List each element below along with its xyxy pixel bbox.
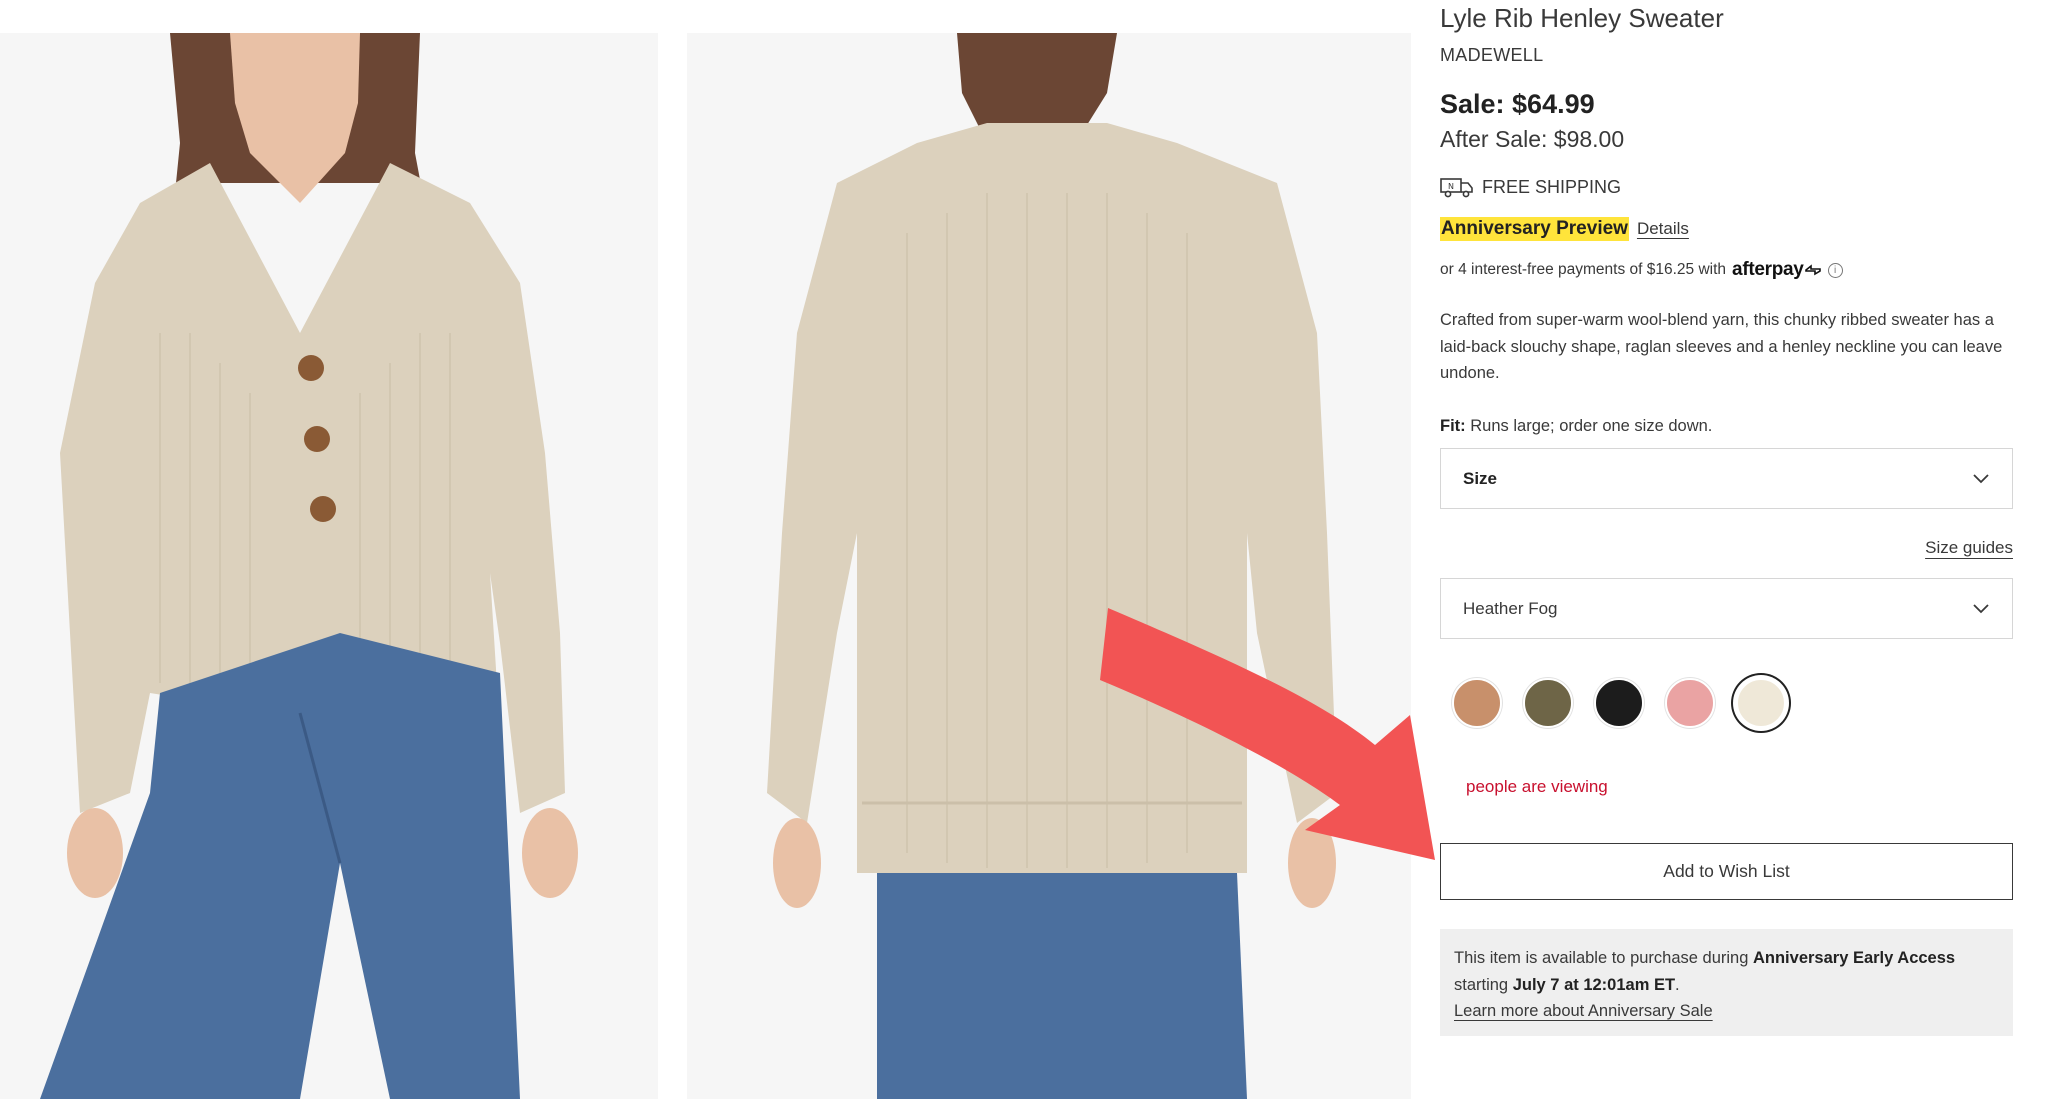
product-page: Lyle Rib Henley Sweater MADEWELL Sale: $… (0, 0, 2048, 1099)
sweater-front-illustration (0, 33, 658, 1099)
learn-more-link[interactable]: Learn more about Anniversary Sale (1454, 1002, 1713, 1020)
fit-label: Fit: (1440, 417, 1466, 435)
early-access-event: Anniversary Early Access (1752, 949, 1956, 967)
color-dropdown[interactable]: Heather Fog (1440, 578, 2013, 639)
anniversary-preview-badge: Anniversary Preview (1440, 217, 1629, 241)
product-title: Lyle Rib Henley Sweater (1440, 3, 1724, 33)
viewing-text: people are viewing (1466, 777, 1608, 796)
afterpay-text: or 4 interest-free payments of $16.25 wi… (1440, 261, 1727, 278)
product-description: Crafted from super-warm wool-blend yarn,… (1440, 311, 2003, 382)
afterpay-logo[interactable]: afterpay (1732, 259, 1822, 281)
swatch-heather-fog[interactable] (1736, 678, 1786, 728)
sweater-back-illustration (687, 33, 1411, 1099)
size-guides-link[interactable]: Size guides (1925, 538, 2013, 558)
color-dropdown-value: Heather Fog (1463, 598, 1558, 618)
anniversary-preview-row: Anniversary Preview Details (1440, 217, 1689, 241)
chevron-down-icon (1972, 603, 1990, 615)
brand-name[interactable]: MADEWELL (1440, 45, 1543, 66)
fit-value: Runs large; order one size down. (1470, 417, 1713, 435)
fit-note: Fit: Runs large; order one size down. (1440, 417, 1712, 436)
swatch-olive[interactable] (1523, 678, 1573, 728)
after-sale-price: After Sale: $98.00 (1440, 126, 1625, 152)
truck-icon: N (1440, 178, 1473, 198)
afterpay-row: or 4 interest-free payments of $16.25 wi… (1440, 259, 1843, 281)
size-dropdown[interactable]: Size (1440, 448, 2013, 509)
early-access-notice: This item is available to purchase durin… (1440, 929, 2013, 1036)
product-image-back[interactable] (687, 33, 1411, 1099)
early-access-date: July 7 at 12:01am ET (1512, 975, 1676, 994)
free-shipping-label: FREE SHIPPING (1482, 176, 1622, 197)
product-image-front[interactable] (0, 33, 658, 1099)
afterpay-logo-text: afterpay (1732, 259, 1804, 280)
size-dropdown-label: Size (1463, 468, 1498, 488)
early-access-line1-prefix: This item is available to purchase durin… (1454, 949, 1753, 967)
swatch-camel[interactable] (1452, 678, 1502, 728)
info-icon[interactable]: i (1827, 262, 1843, 278)
sale-price: Sale: $64.99 (1440, 89, 1595, 119)
svg-text:N: N (1448, 182, 1454, 191)
chevron-down-icon (1972, 473, 1990, 485)
swatch-black[interactable] (1594, 678, 1644, 728)
details-link[interactable]: Details (1637, 219, 1689, 239)
people-viewing-notice: people are viewing (1440, 777, 1608, 797)
add-to-wish-list-button[interactable]: Add to Wish List (1440, 843, 2013, 900)
free-shipping-row: N FREE SHIPPING (1440, 176, 1621, 198)
color-swatches (1452, 678, 1786, 728)
early-access-line2-suffix: . (1675, 975, 1680, 994)
afterpay-loop-icon (1804, 264, 1821, 276)
swatch-pink[interactable] (1665, 678, 1715, 728)
early-access-line2-prefix: starting (1454, 975, 1513, 994)
